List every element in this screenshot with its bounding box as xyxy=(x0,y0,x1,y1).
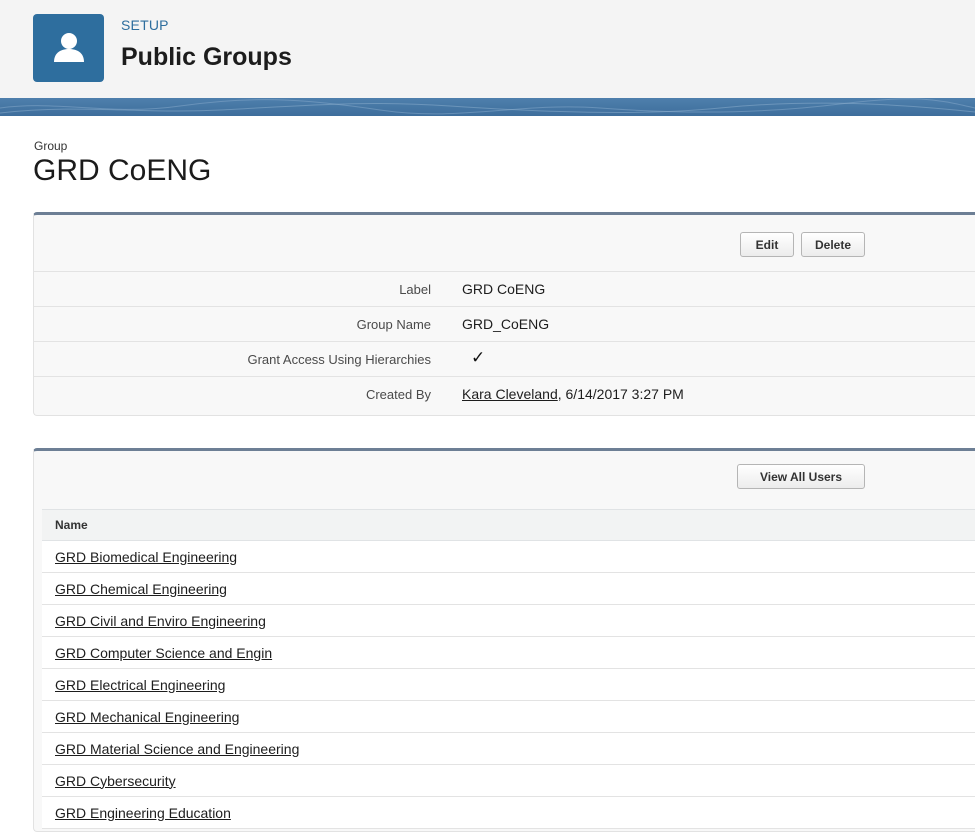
delete-button[interactable]: Delete xyxy=(801,232,865,257)
table-row: GRD Material Science and Engineering xyxy=(42,732,975,765)
table-cell: GRD Material Science and Engineering xyxy=(42,732,975,765)
field-label: Label xyxy=(399,282,431,297)
table-row: GRD Chemical Engineering xyxy=(42,572,975,605)
table-row: GRD Cybersecurity xyxy=(42,764,975,797)
group-link[interactable]: GRD Mechanical Engineering xyxy=(55,709,239,725)
group-link[interactable]: GRD Cybersecurity xyxy=(55,773,176,789)
setup-kicker: SETUP xyxy=(121,17,169,33)
setup-header: SETUP Public Groups xyxy=(0,0,975,98)
name-column-header: Name xyxy=(42,509,975,541)
checkmark-icon: ✓ xyxy=(471,348,486,367)
created-date: , 6/14/2017 3:27 PM xyxy=(557,386,684,402)
group-members-panel: View All Users Name GRD Biomedical Engin… xyxy=(33,448,975,832)
field-label-row: Label GRD CoENG xyxy=(34,271,975,306)
table-cell: GRD Cybersecurity xyxy=(42,764,975,797)
table-cell: GRD Biomedical Engineering xyxy=(42,540,975,573)
table-cell: GRD Engineering Education xyxy=(42,796,975,829)
field-label-value: GRD CoENG xyxy=(462,281,546,297)
field-created-by-row: Created By Kara Cleveland, 6/14/2017 3:2… xyxy=(34,376,975,411)
detail-fields: Label GRD CoENG Group Name GRD_CoENG Gra… xyxy=(34,271,975,411)
group-link[interactable]: GRD Electrical Engineering xyxy=(55,677,225,693)
created-by-user-link[interactable]: Kara Cleveland xyxy=(462,386,558,402)
table-row: GRD Biomedical Engineering xyxy=(42,540,975,573)
page-title: GRD CoENG xyxy=(33,154,212,187)
field-label: Grant Access Using Hierarchies xyxy=(247,352,431,367)
table-row: GRD Civil and Enviro Engineering xyxy=(42,604,975,637)
table-row: GRD Electrical Engineering xyxy=(42,668,975,701)
detail-panel: Edit Delete Label GRD CoENG Group Name G… xyxy=(33,212,975,416)
group-link[interactable]: GRD Material Science and Engineering xyxy=(55,741,299,757)
group-link[interactable]: GRD Chemical Engineering xyxy=(55,581,227,597)
user-group-icon xyxy=(33,14,104,82)
table-cell: GRD Electrical Engineering xyxy=(42,668,975,701)
record-type-label: Group xyxy=(34,139,68,153)
edit-button[interactable]: Edit xyxy=(740,232,794,257)
table-cell: GRD Mechanical Engineering xyxy=(42,700,975,733)
field-group-name-value: GRD_CoENG xyxy=(462,316,550,332)
field-grant-access-row: Grant Access Using Hierarchies ✓ xyxy=(34,341,975,376)
members-table: Name GRD Biomedical Engineering GRD Chem… xyxy=(42,509,975,829)
table-cell: GRD Chemical Engineering xyxy=(42,572,975,605)
table-row: GRD Engineering Education xyxy=(42,796,975,829)
table-row: GRD Mechanical Engineering xyxy=(42,700,975,733)
field-created-by-value: Kara Cleveland, 6/14/2017 3:27 PM xyxy=(462,386,684,402)
group-link[interactable]: GRD Computer Science and Engin xyxy=(55,645,272,661)
header-decorative-band xyxy=(0,98,975,116)
table-cell: GRD Computer Science and Engin xyxy=(42,636,975,669)
field-label: Group Name xyxy=(356,317,431,332)
view-all-users-button[interactable]: View All Users xyxy=(737,464,865,489)
table-cell: GRD Civil and Enviro Engineering xyxy=(42,604,975,637)
field-label: Created By xyxy=(365,387,431,402)
field-group-name-row: Group Name GRD_CoENG xyxy=(34,306,975,341)
table-header-row: Name xyxy=(42,509,975,541)
group-link[interactable]: GRD Engineering Education xyxy=(55,805,231,821)
page-header-title: Public Groups xyxy=(121,43,292,71)
group-link[interactable]: GRD Civil and Enviro Engineering xyxy=(55,613,266,629)
table-row: GRD Computer Science and Engin xyxy=(42,636,975,669)
group-link[interactable]: GRD Biomedical Engineering xyxy=(55,549,237,565)
